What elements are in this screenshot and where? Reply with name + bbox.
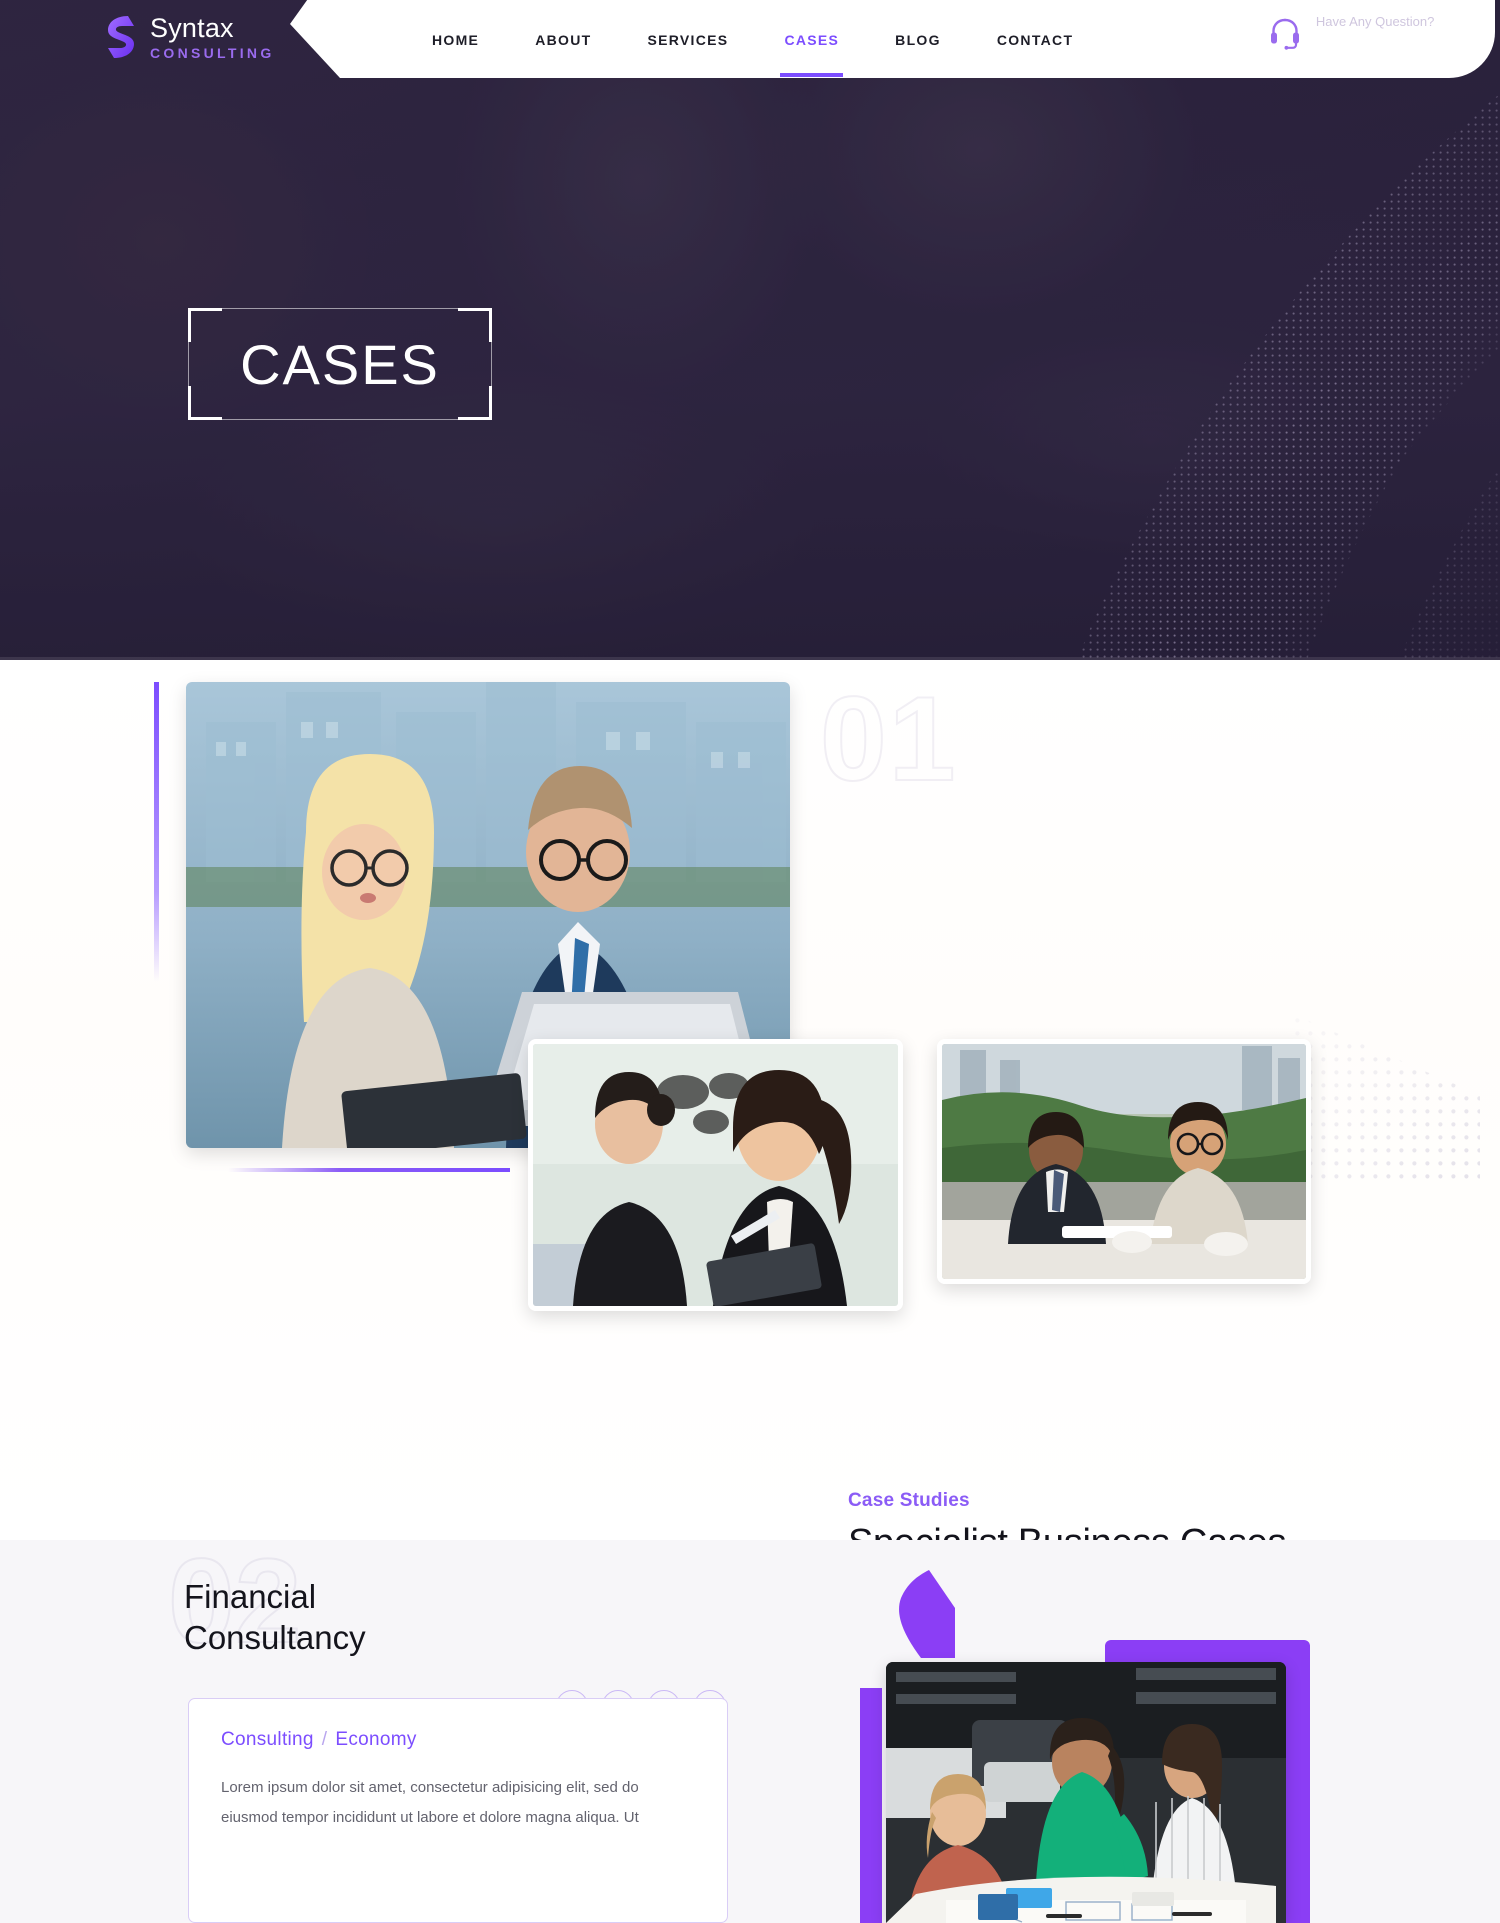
financial-heading: Financial Consultancy <box>184 1576 366 1659</box>
contact-question-label: Have Any Question? <box>1315 14 1435 29</box>
header-contact[interactable]: Have Any Question? +61 3 8376 6284 <box>1267 14 1456 53</box>
brand-tagline: CONSULTING <box>150 44 275 61</box>
left-accent-bar <box>154 682 159 982</box>
outdoor-meeting-photo <box>937 1039 1311 1284</box>
card-tag-separator: / <box>321 1729 328 1750</box>
case-studies-section: 01 Case Studies <box>0 660 1500 1540</box>
brand-name: Syntax <box>150 12 234 43</box>
hero-banner: CASES Syntax CONSULTING HOME ABOUT SERVI <box>0 0 1500 660</box>
purple-edge-decoration <box>860 1688 882 1923</box>
syntax-logo-icon <box>108 16 134 58</box>
team-blueprint-photo <box>886 1662 1286 1923</box>
brand-logo[interactable]: Syntax CONSULTING <box>104 14 275 60</box>
dot-grid-decoration <box>1295 1005 1480 1180</box>
section-watermark-number: 01 <box>819 671 958 807</box>
section-eyebrow: Case Studies <box>848 1490 970 1511</box>
case-card[interactable]: Consulting / Economy Lorem ipsum dolor sit… <box>188 1698 728 1923</box>
card-tag-secondary[interactable]: Economy <box>335 1729 416 1750</box>
financial-heading-line1: Financial <box>184 1578 317 1615</box>
case-studies-text-block: Case Studies Specialist Business Cases L… <box>848 1490 1338 1540</box>
nav-item-services[interactable]: SERVICES <box>619 22 756 60</box>
financial-consultancy-section: 02 Financial Consultancy Consulting / Econ… <box>0 1540 1500 1923</box>
wave-dots-decoration <box>970 60 1500 660</box>
nav-item-blog[interactable]: BLOG <box>867 22 969 60</box>
nav-item-contact[interactable]: CONTACT <box>969 22 1102 60</box>
headset-icon <box>1270 19 1299 51</box>
contact-phone-number[interactable]: +61 3 8376 6284 <box>1316 30 1456 53</box>
main-navigation: HOME ABOUT SERVICES CASES BLOG CONTACT <box>404 22 1102 77</box>
bottom-accent-bar <box>228 1168 510 1172</box>
nav-item-home[interactable]: HOME <box>404 22 507 60</box>
nav-item-cases[interactable]: CASES <box>756 22 867 77</box>
two-women-office-photo <box>528 1039 903 1311</box>
card-category-tags: Consulting / Economy <box>221 1729 695 1751</box>
card-paragraph: Lorem ipsum dolor sit amet, consectetur … <box>221 1779 639 1826</box>
site-header: Syntax CONSULTING HOME ABOUT SERVICES CA… <box>0 0 1500 80</box>
section-heading: Specialist Business Cases <box>848 1522 1338 1540</box>
page-title-frame: CASES <box>188 308 492 420</box>
card-tag-primary[interactable]: Consulting <box>221 1729 314 1750</box>
financial-heading-line2: Consultancy <box>184 1619 366 1657</box>
purple-arrow-decoration <box>899 1570 955 1658</box>
nav-item-about[interactable]: ABOUT <box>507 22 619 60</box>
page-title: CASES <box>240 332 440 396</box>
